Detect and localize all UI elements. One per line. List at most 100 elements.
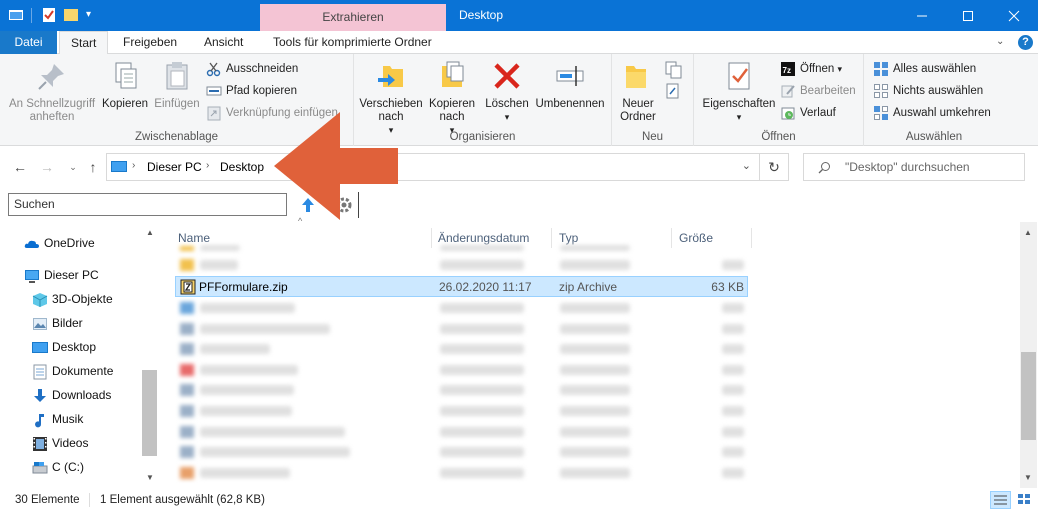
back-arrow-icon: ←	[13, 159, 27, 175]
tab-datei[interactable]: Datei	[0, 31, 57, 54]
breadcrumb-dieser-pc[interactable]: Dieser PC	[147, 160, 202, 174]
forward-button[interactable]: →	[38, 158, 56, 176]
close-button[interactable]	[991, 0, 1037, 31]
customize-toolbar-icon[interactable]: ▾	[86, 9, 91, 20]
list-item-blurred	[722, 344, 744, 354]
collapse-ribbon-icon[interactable]: ⌄	[996, 36, 1004, 47]
nav-videos[interactable]: Videos	[32, 431, 88, 455]
nav-music[interactable]: Musik	[32, 407, 83, 431]
scroll-up-icon[interactable]: ▲	[146, 228, 154, 237]
nav-onedrive[interactable]: OneDrive	[24, 231, 95, 255]
file-icon	[180, 302, 194, 314]
edit-label: Bearbeiten	[800, 85, 856, 97]
tab-tools-compressed[interactable]: Tools für komprimierte Ordner	[262, 31, 443, 54]
tab-freigeben[interactable]: Freigeben	[112, 31, 188, 54]
file-size: 63 KB	[711, 280, 744, 294]
scroll-down-icon[interactable]: ▼	[146, 473, 154, 482]
list-item-blurred[interactable]	[200, 406, 292, 416]
large-icons-view-icon	[1018, 494, 1030, 504]
minimize-button[interactable]	[899, 0, 945, 31]
tab-start[interactable]: Start	[59, 31, 109, 55]
delete-button[interactable]: Löschen ▾	[482, 60, 532, 124]
open-button[interactable]: 7z Öffnen ▾	[780, 59, 842, 79]
history-label: Verlauf	[800, 107, 836, 119]
list-item-blurred	[722, 406, 744, 416]
filelist-scrollbar-thumb[interactable]	[1021, 352, 1036, 440]
copy-path-button[interactable]: Pfad kopieren	[206, 81, 297, 101]
new-folder-button[interactable]: Neuer Ordner	[616, 60, 660, 124]
pin-quick-access-button[interactable]: An Schnellzugriff anheften	[6, 60, 98, 124]
nav-desktop[interactable]: Desktop	[32, 335, 96, 359]
list-item-blurred[interactable]	[200, 365, 298, 375]
desktop-icon	[32, 341, 48, 353]
group-open: Eigenschaften ▾ 7z Öffnen ▾ Bearbeiten Ver…	[694, 54, 864, 146]
copy-button[interactable]: Kopieren	[100, 60, 150, 111]
breadcrumb-desktop[interactable]: Desktop	[220, 160, 264, 174]
list-item-blurred[interactable]	[200, 245, 240, 251]
scissors-icon	[206, 62, 221, 77]
list-item-blurred	[440, 260, 524, 270]
scroll-up-icon[interactable]: ▲	[1024, 228, 1032, 237]
select-all-label: Alles auswählen	[893, 63, 977, 75]
group-new: Neuer Ordner Neu	[612, 54, 694, 146]
refresh-icon: ↻	[768, 159, 780, 175]
scroll-down-icon[interactable]: ▼	[1024, 473, 1032, 482]
list-item-blurred	[560, 245, 630, 251]
nav-downloads[interactable]: Downloads	[32, 383, 111, 407]
list-item-blurred	[560, 365, 630, 375]
list-item-blurred[interactable]	[200, 344, 270, 354]
new-item-icon[interactable]	[664, 60, 684, 80]
navpane-scrollbar-thumb[interactable]	[142, 370, 157, 456]
invert-selection-button[interactable]: Auswahl umkehren	[873, 103, 991, 123]
list-item-blurred[interactable]	[200, 468, 290, 478]
edit-button[interactable]: Bearbeiten	[780, 81, 856, 101]
table-row-selected[interactable]: PFFormulare.zip 26.02.2020 11:17 zip Arc…	[175, 276, 748, 297]
list-item-blurred[interactable]	[200, 447, 350, 457]
select-none-button[interactable]: Nichts auswählen	[873, 81, 983, 101]
help-icon[interactable]: ?	[1018, 35, 1033, 50]
status-bar: 30 Elemente 1 Element ausgewählt (62,8 K…	[0, 489, 1038, 511]
copy-to-button[interactable]: Kopieren nach ▾	[424, 60, 480, 137]
nav-pictures[interactable]: Bilder	[32, 311, 83, 335]
list-item-blurred	[560, 447, 630, 457]
nav-this-pc[interactable]: Dieser PC	[24, 263, 99, 287]
tab-ansicht[interactable]: Ansicht	[193, 31, 254, 54]
history-button[interactable]: Verlauf	[780, 103, 836, 123]
recent-locations-button[interactable]: ⌄	[64, 158, 82, 176]
maximize-button[interactable]	[945, 0, 991, 31]
list-item-blurred[interactable]	[200, 427, 345, 437]
pin-icon	[38, 64, 64, 90]
select-all-button[interactable]: Alles auswählen	[873, 59, 976, 79]
back-button[interactable]: ←	[11, 158, 29, 176]
details-view-button[interactable]	[990, 491, 1011, 509]
col-header-size[interactable]: Größe	[674, 228, 752, 248]
nav-documents-label: Dokumente	[52, 364, 114, 378]
list-item-blurred[interactable]	[200, 303, 295, 313]
properties-quick-icon[interactable]	[42, 8, 56, 22]
list-item-blurred	[440, 447, 524, 457]
nav-3d-objects[interactable]: 3D-Objekte	[32, 287, 113, 311]
navpane-search-field[interactable]: Suchen	[8, 193, 287, 216]
forward-arrow-icon: →	[40, 159, 54, 175]
large-icons-view-button[interactable]	[1015, 491, 1035, 509]
nav-drive-c[interactable]: C (C:)	[32, 455, 84, 479]
nav-documents[interactable]: Dokumente	[32, 359, 113, 383]
pictures-icon	[33, 317, 47, 330]
up-button[interactable]: ↑	[84, 158, 102, 176]
cut-button[interactable]: Ausschneiden	[206, 59, 298, 79]
paste-button[interactable]: Einfügen	[152, 60, 202, 111]
easy-access-icon[interactable]	[664, 82, 684, 102]
list-item-blurred[interactable]	[200, 385, 294, 395]
list-item-blurred	[560, 385, 630, 395]
properties-button[interactable]: Eigenschaften ▾	[698, 60, 780, 124]
refresh-button[interactable]: ↻	[760, 153, 789, 181]
address-bar[interactable]: › Dieser PC › Desktop ⌄	[106, 153, 760, 181]
rename-button[interactable]: Umbenennen	[532, 60, 608, 111]
search-input[interactable]: "Desktop" durchsuchen	[803, 153, 1025, 181]
address-dropdown-icon[interactable]: ⌄	[742, 159, 751, 172]
list-item-blurred[interactable]	[200, 260, 238, 270]
new-folder-icon	[626, 66, 646, 88]
file-date: 26.02.2020 11:17	[439, 280, 532, 294]
new-folder-quick-icon[interactable]	[64, 8, 78, 22]
list-item-blurred[interactable]	[200, 324, 330, 334]
